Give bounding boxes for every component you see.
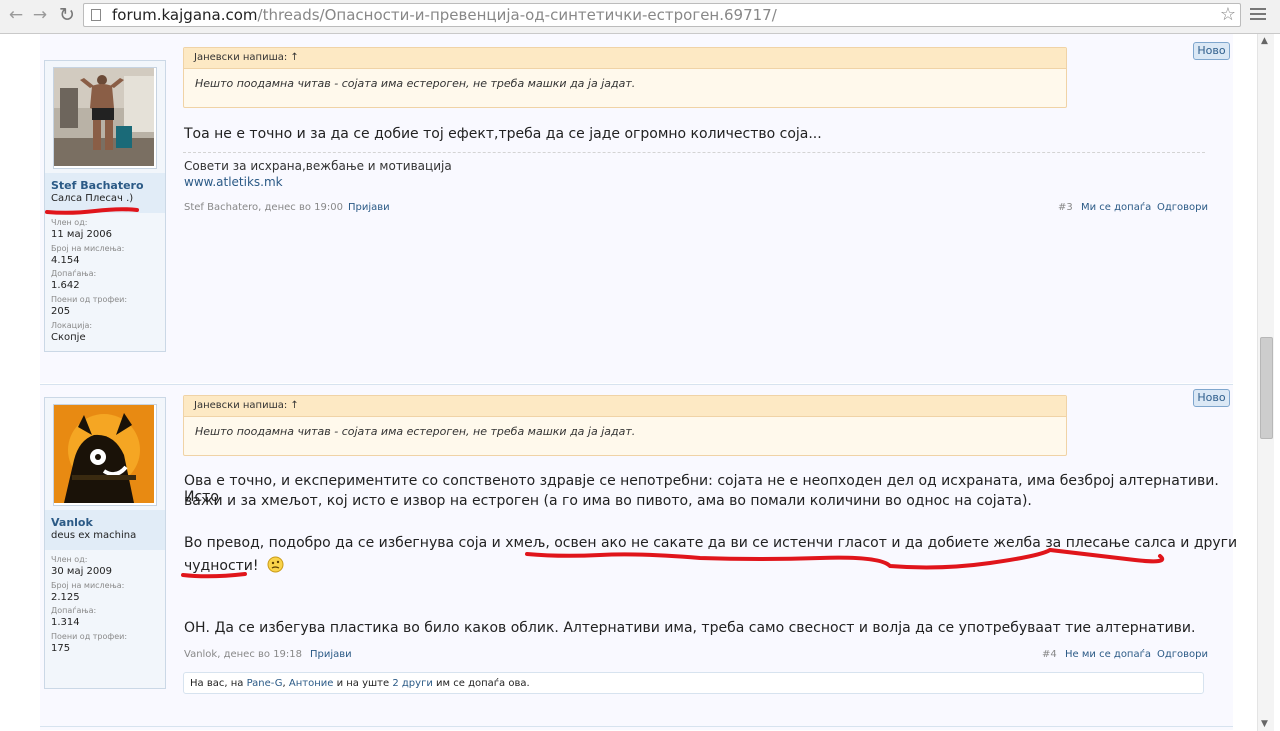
stat-label: Локација:	[51, 321, 93, 330]
quote-text: Нешто поодамна читав - сојата има естеро…	[195, 77, 636, 90]
post-message-line: чудности!	[184, 556, 284, 577]
post-message: Тоа не е точно и за да се добие тој ефек…	[184, 126, 822, 142]
forward-arrow-icon[interactable]: →	[29, 5, 51, 25]
reply-link[interactable]: Одговори	[1157, 649, 1208, 660]
stat-value: Скопје	[51, 332, 86, 343]
confused-smiley-icon	[267, 556, 284, 577]
quote-author[interactable]: Јаневски напиша: ↑	[184, 396, 1066, 417]
likes-text: На вас, на	[190, 678, 244, 689]
signature-divider	[183, 152, 1205, 153]
back-arrow-icon[interactable]: ←	[5, 5, 27, 25]
username[interactable]: Vanlok	[51, 516, 93, 529]
likes-text: и на уште	[336, 678, 390, 689]
browser-toolbar: ← → ↻ forum.kajgana.com/threads/Опасност…	[0, 0, 1280, 34]
post-author-time[interactable]: Stef Bachatero, денес во 19:00	[184, 202, 343, 213]
quote-author[interactable]: Јаневски напиша: ↑	[184, 48, 1066, 69]
signature-link[interactable]: www.atletiks.mk	[184, 175, 283, 189]
post-author-time[interactable]: Vanlok, денес во 19:18	[184, 649, 302, 660]
reply-link[interactable]: Одговори	[1157, 202, 1208, 213]
stat-value: 205	[51, 306, 71, 317]
stat-label: Допаѓања:	[51, 269, 97, 278]
stat-value: 30 мај 2009	[51, 566, 112, 577]
likes-text: ,	[282, 678, 286, 689]
user-title: Салса Плесач .)	[51, 193, 134, 204]
user-info-panel: Vanlok deus ex machina Член од: 30 мај 2…	[44, 397, 166, 689]
stat-value: 11 мај 2006	[51, 229, 112, 240]
post-number[interactable]: #3	[1058, 202, 1073, 213]
quote-block: Јаневски напиша: ↑ Нешто поодамна читав …	[183, 47, 1067, 108]
quote-block: Јаневски напиша: ↑ Нешто поодамна читав …	[183, 395, 1067, 456]
post-message-text: чудности!	[184, 558, 259, 574]
signature-text: Совети за исхрана,вежбање и мотивација	[184, 159, 452, 173]
browser-menu-icon[interactable]	[1250, 8, 1266, 23]
avatar[interactable]	[53, 404, 157, 506]
stat-label: Број на мислења:	[51, 244, 125, 253]
stat-value: 2.125	[51, 592, 80, 603]
scroll-thumb[interactable]	[1260, 337, 1273, 439]
liker-link[interactable]: Антоние	[289, 678, 334, 689]
quote-text: Нешто поодамна читав - сојата има естеро…	[195, 425, 636, 438]
stat-label: Поени од трофеи:	[51, 295, 128, 304]
new-badge: Ново	[1193, 389, 1230, 407]
like-link[interactable]: Ми се допаѓа	[1081, 202, 1151, 213]
stat-value: 1.642	[51, 280, 80, 291]
stat-label: Допаѓања:	[51, 606, 97, 615]
stat-label: Член од:	[51, 555, 88, 564]
user-title: deus ex machina	[51, 530, 137, 541]
page-icon	[91, 9, 101, 21]
stat-value: 175	[51, 643, 71, 654]
likes-text: им се допаѓа ова.	[436, 678, 530, 689]
report-link[interactable]: Пријави	[348, 202, 390, 213]
new-badge: Ново	[1193, 42, 1230, 60]
others-link[interactable]: 2 други	[392, 678, 432, 689]
stat-value: 4.154	[51, 255, 80, 266]
post-message-line: Во превод, подобро да се избегнува соја …	[184, 535, 1238, 551]
scroll-up-icon[interactable]: ▲	[1261, 36, 1268, 46]
stat-label: Поени од трофеи:	[51, 632, 128, 641]
stat-label: Број на мислења:	[51, 581, 125, 590]
likes-summary: На вас, на Pane-G, Антоние и на уште 2 д…	[183, 672, 1204, 694]
address-bar[interactable]: forum.kajgana.com/threads/Опасности-и-пр…	[83, 3, 1241, 27]
forum-thread-page: Stef Bachatero Салса Плесач .) Член од: …	[0, 34, 1257, 731]
bookmark-star-icon[interactable]: ☆	[1220, 4, 1236, 25]
post-message-line: ОН. Да се избегува пластика во било како…	[184, 620, 1196, 636]
scroll-down-icon[interactable]: ▼	[1261, 719, 1268, 729]
username-box: Vanlok deus ex machina	[45, 510, 165, 550]
unlike-link[interactable]: Не ми се допаѓа	[1065, 649, 1151, 660]
avatar[interactable]	[53, 67, 157, 169]
report-link[interactable]: Пријави	[310, 649, 352, 660]
liker-link[interactable]: Pane-G	[247, 678, 283, 689]
reload-icon[interactable]: ↻	[56, 5, 78, 25]
stat-label: Член од:	[51, 218, 88, 227]
post-divider	[40, 726, 1233, 727]
stat-value: 1.314	[51, 617, 80, 628]
username[interactable]: Stef Bachatero	[51, 179, 144, 192]
page-scrollbar[interactable]: ▲ ▼	[1257, 34, 1274, 731]
post-number[interactable]: #4	[1042, 649, 1057, 660]
user-info-panel: Stef Bachatero Салса Плесач .) Член од: …	[44, 60, 166, 352]
url-text[interactable]: forum.kajgana.com/threads/Опасности-и-пр…	[112, 6, 777, 24]
username-box: Stef Bachatero Салса Плесач .)	[45, 173, 165, 213]
post-message-line: важи и за хмељот, кој исто е извор на ес…	[184, 493, 1032, 509]
